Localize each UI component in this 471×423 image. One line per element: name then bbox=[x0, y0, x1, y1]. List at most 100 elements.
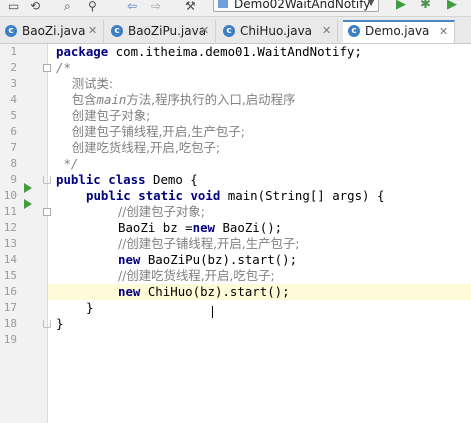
comment: 创建包子铺线程,开启,生产包子; bbox=[56, 124, 245, 139]
code-line: package com.itheima.demo01.WaitAndNotify… bbox=[56, 44, 362, 60]
keyword: class bbox=[108, 172, 146, 187]
code-line: 测试类: bbox=[56, 76, 113, 92]
code-line: new BaoZiPu(bz).start(); bbox=[118, 252, 297, 268]
comment: main bbox=[96, 92, 127, 107]
tab-baozipu[interactable]: c BaoZiPu.java ✕ bbox=[106, 20, 216, 42]
line-number: 16 bbox=[3, 285, 17, 298]
comment: //创建吃货线程,开启,吃包子; bbox=[118, 268, 275, 283]
run-class-gutter-icon[interactable] bbox=[24, 183, 32, 193]
code-line: BaoZi bz =new BaoZi(); bbox=[118, 220, 282, 236]
code-editor[interactable]: package com.itheima.demo01.WaitAndNotify… bbox=[48, 44, 471, 423]
code-line: /* bbox=[56, 60, 71, 76]
code-text: main(String[] args) { bbox=[220, 188, 385, 203]
code-text: com.itheima.demo01.WaitAndNotify; bbox=[108, 44, 362, 59]
comment: 包含 bbox=[56, 92, 97, 107]
line-number: 13 bbox=[3, 237, 17, 250]
keyword: new bbox=[192, 220, 215, 235]
tab-demo[interactable]: c Demo.java ✕ bbox=[343, 20, 455, 43]
code-text: } bbox=[86, 300, 94, 315]
java-class-icon: c bbox=[5, 25, 17, 37]
back-icon[interactable]: ⇦ bbox=[127, 0, 137, 13]
code-line: public static void main(String[] args) { bbox=[86, 188, 384, 204]
main-toolbar: ▭ ⟲ ⌕ ⚲ ⇦ ⇨ ⚒ Demo02WaitAndNotify ▼ ▶ ✱ … bbox=[0, 0, 471, 17]
keyword: static bbox=[138, 188, 183, 203]
comment: 方法,程序执行的入口,启动程序 bbox=[126, 92, 296, 107]
code-line: //创建吃货线程,开启,吃包子; bbox=[118, 268, 275, 284]
line-number: 7 bbox=[10, 141, 17, 154]
editor-tab-bar: c BaoZi.java ✕ c BaoZiPu.java ✕ c ChiHuo… bbox=[0, 17, 471, 44]
comment: //创建包子铺线程,开启,生产包子; bbox=[118, 236, 300, 251]
code-line: } bbox=[56, 316, 63, 332]
keyword: public bbox=[86, 188, 131, 203]
comment: /* bbox=[56, 60, 71, 75]
close-icon[interactable]: ✕ bbox=[88, 20, 97, 42]
line-number: 17 bbox=[3, 301, 17, 314]
keyword: void bbox=[190, 188, 221, 203]
code-text: } bbox=[56, 316, 64, 331]
close-icon[interactable]: ✕ bbox=[439, 22, 448, 41]
tab-label: BaoZi.java bbox=[22, 24, 86, 38]
line-number: 11 bbox=[3, 205, 17, 218]
code-text: Demo { bbox=[145, 172, 198, 187]
comment: */ bbox=[56, 156, 79, 171]
line-number: 15 bbox=[3, 269, 17, 282]
tab-baozi[interactable]: c BaoZi.java ✕ bbox=[0, 20, 104, 42]
code-line: */ bbox=[56, 156, 78, 172]
code-line: 创建吃货线程,开启,吃包子; bbox=[56, 140, 220, 156]
line-number: 2 bbox=[10, 61, 17, 74]
java-class-icon: c bbox=[348, 25, 360, 37]
keyword: new bbox=[118, 252, 141, 267]
line-number: 18 bbox=[3, 317, 17, 330]
search-icon[interactable]: ⌕ bbox=[64, 0, 71, 13]
tab-label: Demo.java bbox=[365, 24, 430, 38]
line-number: 14 bbox=[3, 253, 17, 266]
line-number: 5 bbox=[10, 109, 17, 122]
line-number: 10 bbox=[3, 189, 17, 202]
java-class-icon: c bbox=[223, 25, 235, 37]
keyword: new bbox=[118, 284, 141, 299]
line-number-gutter: 1 2 3 4 5 6 7 8 9 10 11 12 13 14 15 16 1… bbox=[0, 44, 51, 423]
code-line: 包含main方法,程序执行的入口,启动程序 bbox=[56, 92, 296, 108]
line-number: 8 bbox=[10, 157, 17, 170]
tab-label: BaoZiPu.java bbox=[128, 24, 207, 38]
line-number: 9 bbox=[10, 173, 17, 186]
comment: 测试类: bbox=[56, 76, 114, 91]
code-text: ChiHuo(bz).start(); bbox=[140, 284, 290, 299]
line-number: 6 bbox=[10, 125, 17, 138]
code-line: 创建包子对象; bbox=[56, 108, 151, 124]
code-text: BaoZi bz = bbox=[118, 220, 193, 235]
close-icon[interactable]: ✕ bbox=[322, 20, 331, 42]
chevron-down-icon: ▼ bbox=[367, 0, 375, 8]
java-class-icon: c bbox=[111, 25, 123, 37]
replace-icon[interactable]: ⚲ bbox=[88, 0, 97, 13]
code-text: BaoZi(); bbox=[215, 220, 283, 235]
coverage-icon[interactable]: ▶ bbox=[447, 0, 457, 12]
code-line: 创建包子铺线程,开启,生产包子; bbox=[56, 124, 245, 140]
tab-chihuo[interactable]: c ChiHuo.java ✕ bbox=[218, 20, 338, 42]
comment: //创建包子对象; bbox=[118, 204, 205, 219]
keyword: public bbox=[56, 172, 101, 187]
comment: 创建包子对象; bbox=[56, 108, 151, 123]
tab-label: ChiHuo.java bbox=[240, 24, 313, 38]
code-line: //创建包子对象; bbox=[118, 204, 205, 220]
comment: 创建吃货线程,开启,吃包子; bbox=[56, 140, 221, 155]
forward-icon[interactable]: ⇨ bbox=[151, 0, 161, 13]
run-icon[interactable]: ▶ bbox=[396, 0, 406, 12]
line-number: 12 bbox=[3, 221, 17, 234]
line-number: 19 bbox=[3, 333, 17, 346]
run-configuration-select[interactable]: Demo02WaitAndNotify ▼ bbox=[213, 0, 379, 12]
line-number: 3 bbox=[10, 77, 17, 90]
text-cursor bbox=[212, 306, 213, 318]
build-icon[interactable]: ⚒ bbox=[185, 0, 196, 13]
code-line: } bbox=[86, 300, 93, 316]
close-icon[interactable]: ✕ bbox=[200, 20, 209, 42]
sync-icon[interactable]: ⟲ bbox=[30, 0, 40, 13]
save-all-icon[interactable]: ▭ bbox=[8, 0, 19, 13]
code-line: new ChiHuo(bz).start(); bbox=[118, 284, 290, 300]
debug-icon[interactable]: ✱ bbox=[420, 0, 431, 12]
code-line: public class Demo { bbox=[56, 172, 198, 188]
run-main-gutter-icon[interactable] bbox=[24, 199, 32, 209]
code-text: BaoZiPu(bz).start(); bbox=[140, 252, 298, 267]
line-number: 1 bbox=[10, 45, 17, 58]
run-configuration-label: Demo02WaitAndNotify bbox=[234, 0, 371, 11]
